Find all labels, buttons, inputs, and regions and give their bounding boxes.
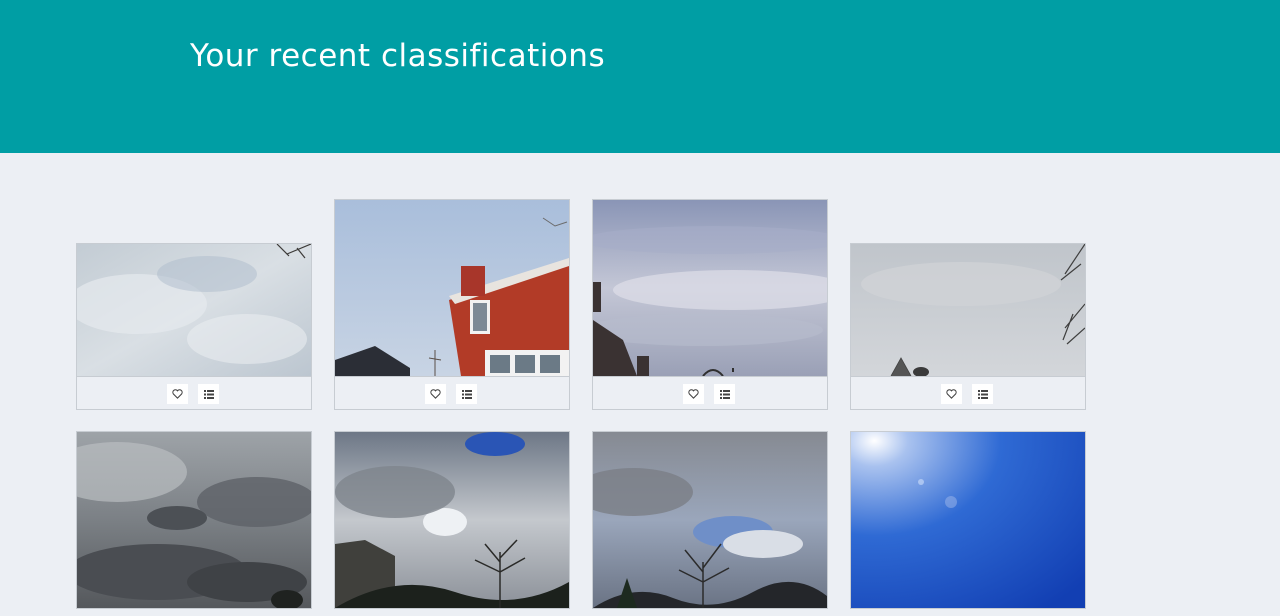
page-header: Your recent classifications [0,0,1280,153]
classification-card [76,243,312,410]
heart-icon [430,389,441,399]
subject-thumbnail[interactable] [851,244,1085,376]
subject-thumbnail[interactable] [77,244,311,376]
list-icon [719,389,730,399]
subject-thumbnail[interactable] [335,432,569,608]
favorite-button[interactable] [683,384,704,404]
subject-thumbnail[interactable] [335,200,569,376]
classifications-grid [0,153,1280,616]
list-icon [203,389,214,399]
add-to-collection-button[interactable] [972,384,993,404]
subject-thumbnail[interactable] [593,432,827,608]
heart-icon [946,389,957,399]
subject-thumbnail[interactable] [593,200,827,376]
heart-icon [688,389,699,399]
list-icon [461,389,472,399]
subject-thumbnail[interactable] [77,432,311,608]
add-to-collection-button[interactable] [198,384,219,404]
list-icon [977,389,988,399]
classification-card [850,431,1086,609]
add-to-collection-button[interactable] [456,384,477,404]
subject-thumbnail[interactable] [851,432,1085,608]
classification-card [334,431,570,609]
page-title: Your recent classifications [190,38,606,74]
classification-card [334,199,570,410]
card-actions [335,376,569,409]
favorite-button[interactable] [941,384,962,404]
favorite-button[interactable] [425,384,446,404]
classification-card [76,431,312,609]
add-to-collection-button[interactable] [714,384,735,404]
card-actions [593,376,827,409]
card-actions [851,376,1085,409]
classification-card [850,243,1086,410]
heart-icon [172,389,183,399]
classification-card [592,431,828,609]
card-actions [77,376,311,409]
classification-card [592,199,828,410]
favorite-button[interactable] [167,384,188,404]
